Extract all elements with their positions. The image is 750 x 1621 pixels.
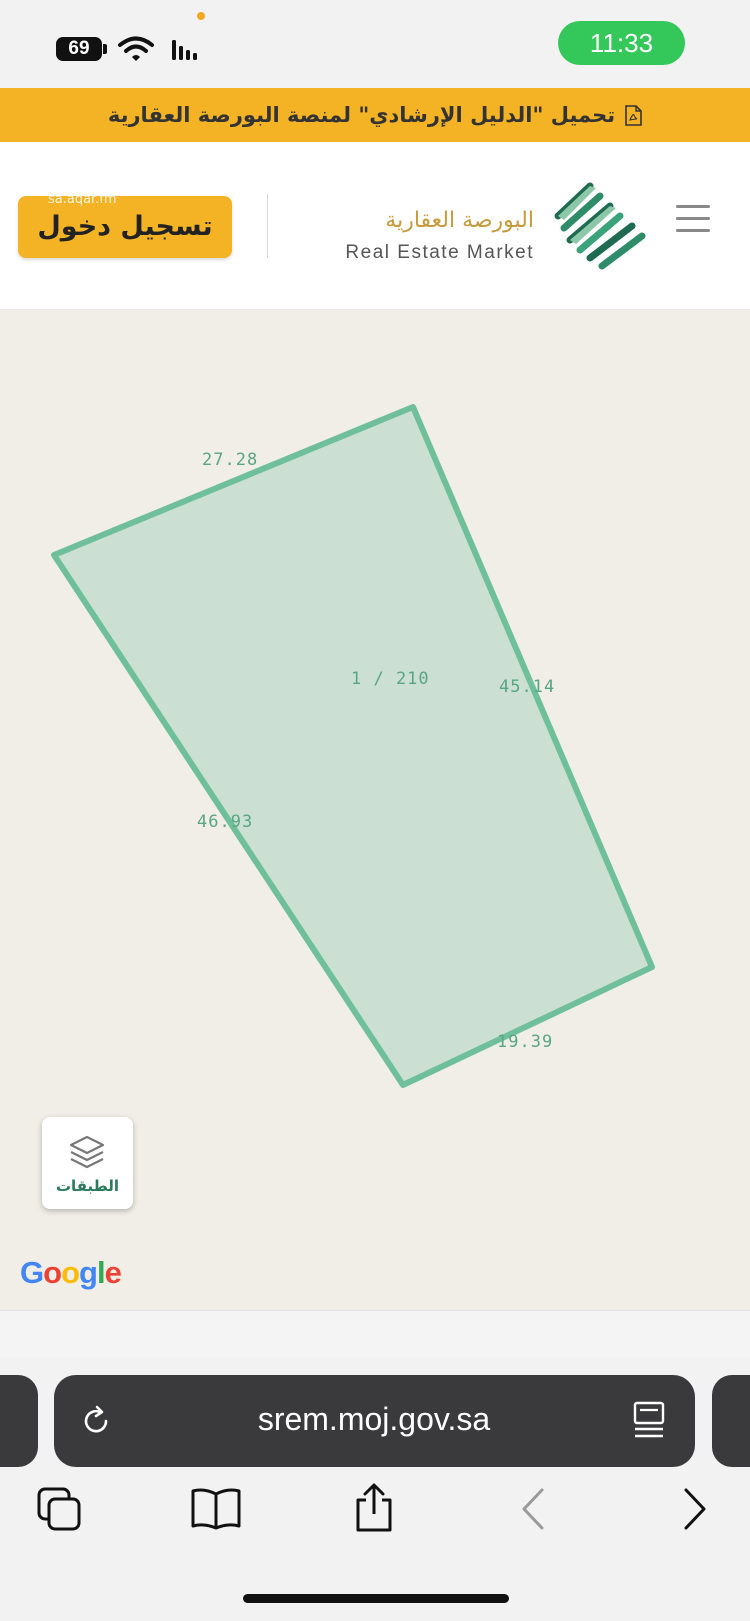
reader-mode-icon[interactable] (632, 1401, 666, 1441)
status-bar: 69 11:33 (0, 0, 750, 88)
share-icon[interactable] (352, 1482, 396, 1534)
browser-chrome: srem.moj.gov.sa (0, 1358, 750, 1621)
hamburger-menu-icon[interactable] (676, 205, 710, 233)
address-bar[interactable]: srem.moj.gov.sa (54, 1375, 695, 1467)
layers-icon (69, 1135, 105, 1169)
guide-download-banner[interactable]: تحميل "الدليل الإرشادي" لمنصة البورصة ال… (0, 88, 750, 142)
wifi-icon (118, 36, 154, 61)
brand-name-arabic: البورصة العقارية (385, 208, 534, 233)
dimension-top: 27.28 (202, 450, 258, 470)
watermark: sa.aqar.fm (48, 192, 117, 207)
next-tab-preview[interactable] (712, 1375, 750, 1467)
header-divider (267, 194, 268, 258)
reload-icon[interactable] (78, 1403, 114, 1439)
battery-indicator: 69 (56, 37, 102, 61)
url-text[interactable]: srem.moj.gov.sa (204, 1401, 544, 1438)
bookmarks-icon[interactable] (190, 1486, 242, 1532)
banner-text[interactable]: تحميل "الدليل الإرشادي" لمنصة البورصة ال… (108, 103, 615, 127)
map-footer-band (0, 1310, 750, 1358)
forward-icon[interactable] (680, 1486, 710, 1532)
dimension-bottom: 19.39 (497, 1032, 553, 1052)
tabs-icon[interactable] (36, 1486, 86, 1532)
dimension-right: 45.14 (499, 677, 555, 697)
pdf-icon (625, 104, 642, 126)
camera-indicator-dot (197, 12, 205, 20)
site-header: تسجيل دخول sa.aqar.fm البورصة العقارية R… (0, 142, 750, 310)
previous-tab-preview[interactable] (0, 1375, 38, 1467)
land-parcel[interactable] (51, 404, 655, 1088)
layers-button[interactable]: الطبقات (42, 1117, 133, 1209)
back-icon[interactable] (518, 1486, 548, 1532)
dimension-left: 46.93 (197, 812, 253, 832)
home-indicator (243, 1594, 509, 1603)
parcel-label: 1 / 210 (351, 669, 430, 689)
signal-icon (172, 40, 197, 60)
google-logo: Google (20, 1255, 122, 1290)
layers-label: الطبقات (55, 1177, 119, 1195)
brand-name-english: Real Estate Market (345, 242, 534, 263)
saudi-map-logo[interactable] (550, 176, 660, 272)
clock-pill[interactable]: 11:33 (558, 21, 685, 65)
battery-tip (103, 44, 107, 54)
